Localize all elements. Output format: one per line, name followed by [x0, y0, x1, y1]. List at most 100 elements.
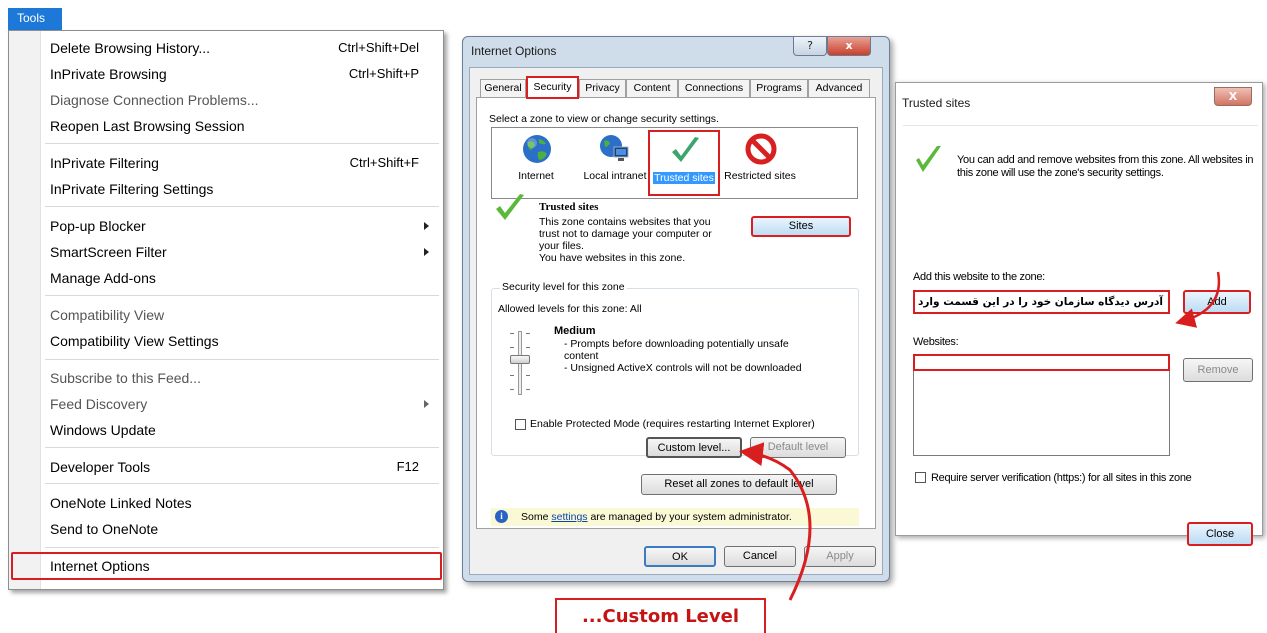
restricted-icon: [745, 133, 777, 165]
zone-label: Trusted sites: [653, 172, 715, 184]
websites-list[interactable]: [913, 371, 1170, 456]
protected-mode-checkbox[interactable]: [515, 419, 526, 430]
submenu-arrow-icon: [424, 222, 429, 230]
require-https-checkbox[interactable]: [915, 472, 926, 483]
menu-item-inprivate-filtering[interactable]: InPrivate Filtering Ctrl+Shift+F: [43, 150, 437, 176]
trusted-sites-title: Trusted sites: [902, 96, 971, 110]
tab-privacy[interactable]: Privacy: [579, 79, 626, 98]
menu-item-send-to-onenote[interactable]: Send to OneNote: [43, 516, 437, 542]
menu-separator: [45, 206, 439, 207]
tab-advanced[interactable]: Advanced: [808, 79, 870, 98]
menu-item-windows-update[interactable]: Windows Update: [43, 417, 437, 443]
slider-tick: [526, 389, 530, 390]
require-https-label: Require server verification (https:) for…: [931, 472, 1192, 484]
slider-thumb[interactable]: [510, 355, 530, 364]
admin-info-text: Some settings are managed by your system…: [521, 511, 792, 523]
zone-label: Local intranet: [583, 170, 647, 182]
reset-all-zones-button[interactable]: Reset all zones to default level: [641, 474, 837, 495]
close-icon[interactable]: X: [1214, 87, 1252, 106]
info-icon: i: [495, 510, 508, 523]
zone-info-title: Trusted sites: [539, 201, 599, 213]
tab-content[interactable]: Content: [626, 79, 678, 98]
tab-strip: General Security Privacy Content Connect…: [478, 76, 876, 99]
slider-tick: [510, 389, 514, 390]
menu-separator: [45, 143, 439, 144]
tools-menu-tab[interactable]: Tools: [8, 8, 62, 30]
security-level-legend: Security level for this zone: [500, 281, 627, 293]
tab-connections[interactable]: Connections: [678, 79, 750, 98]
zone-prompt: Select a zone to view or change security…: [489, 113, 719, 125]
slider-tick: [526, 347, 530, 348]
security-tab-page: Select a zone to view or change security…: [476, 97, 876, 529]
dialog-body: General Security Privacy Content Connect…: [469, 67, 883, 575]
tab-programs[interactable]: Programs: [750, 79, 808, 98]
trusted-sites-dialog: Trusted sites X You can add and remove w…: [895, 82, 1263, 546]
submenu-arrow-icon: [424, 248, 429, 256]
menu-item-subscribe-feed: Subscribe to this Feed...: [50, 370, 201, 386]
menu-item-manage-addons[interactable]: Manage Add-ons: [43, 265, 437, 291]
slider-tick: [510, 347, 514, 348]
add-website-input[interactable]: آدرس دیدگاه سازمان خود را در این قسمت وا…: [913, 290, 1170, 314]
menu-separator: [45, 447, 439, 448]
menu-item-compatibility-view: Compatibility View: [50, 307, 165, 323]
remove-button: Remove: [1183, 358, 1253, 382]
zone-internet[interactable]: Internet: [498, 130, 574, 196]
menu-item-delete-browsing-history[interactable]: Delete Browsing History... Ctrl+Shift+De…: [43, 35, 437, 61]
checkmark-icon: [916, 146, 941, 172]
zone-local-intranet[interactable]: Local intranet: [574, 130, 656, 196]
internet-options-highlight: [11, 552, 442, 580]
menu-separator: [45, 483, 439, 484]
help-button[interactable]: ?: [793, 37, 827, 56]
custom-level-callout: ...Custom Level: [555, 598, 766, 633]
menu-item-inprivate-filtering-settings[interactable]: InPrivate Filtering Settings: [43, 176, 437, 202]
slider-tick: [526, 333, 530, 334]
zone-info-description: This zone contains websites that you tru…: [539, 216, 712, 264]
menu-item-onenote-linked-notes[interactable]: OneNote Linked Notes: [43, 490, 437, 516]
level-description: - Prompts before downloading potentially…: [564, 338, 802, 374]
cancel-button[interactable]: Cancel: [724, 546, 796, 567]
globe-icon: [523, 135, 551, 163]
sites-button[interactable]: Sites: [751, 216, 851, 237]
menu-item-smartscreen-filter[interactable]: SmartScreen Filter: [43, 239, 437, 265]
checkmark-icon: [496, 194, 524, 220]
zone-trusted-sites[interactable]: Trusted sites: [648, 130, 720, 196]
settings-link[interactable]: settings: [551, 511, 587, 523]
ok-button[interactable]: OK: [644, 546, 716, 567]
default-level-button: Default level: [750, 437, 846, 458]
tab-general[interactable]: General: [480, 79, 526, 98]
menu-item-reopen-last-session[interactable]: Reopen Last Browsing Session: [43, 113, 437, 139]
close-button[interactable]: x: [827, 37, 871, 56]
slider-tick: [526, 375, 530, 376]
menu-separator: [45, 295, 439, 296]
menu-separator: [45, 359, 439, 360]
dialog-title: Internet Options: [471, 44, 557, 58]
menu-separator: [45, 547, 439, 548]
menu-icon-gutter: [9, 31, 41, 589]
zone-list: Internet Local intranet Trusted sites Re…: [491, 127, 858, 199]
zone-label: Restricted sites: [724, 170, 796, 182]
menu-item-compatibility-view-settings[interactable]: Compatibility View Settings: [43, 328, 437, 354]
zone-restricted-sites[interactable]: Restricted sites: [722, 130, 798, 196]
menu-item-developer-tools[interactable]: Developer Tools F12: [43, 454, 437, 480]
menu-item-popup-blocker[interactable]: Pop-up Blocker: [43, 213, 437, 239]
custom-level-button[interactable]: Custom level...: [646, 437, 742, 458]
trusted-sites-intro: You can add and remove websites from thi…: [957, 154, 1254, 179]
zone-label: Internet: [518, 170, 554, 182]
trusted-sites-body: You can add and remove websites from thi…: [903, 125, 1258, 546]
allowed-levels-text: Allowed levels for this zone: All: [498, 303, 642, 315]
intranet-icon: [600, 135, 629, 161]
menu-item-inprivate-browsing[interactable]: InPrivate Browsing Ctrl+Shift+P: [43, 61, 437, 87]
security-level-group: Security level for this zone Allowed lev…: [491, 281, 859, 458]
protected-mode-label: Enable Protected Mode (requires restarti…: [530, 418, 815, 430]
close-button[interactable]: Close: [1187, 522, 1253, 546]
tab-security[interactable]: Security: [526, 76, 579, 99]
add-button[interactable]: Add: [1183, 290, 1251, 314]
menu-item-diagnose-connection: Diagnose Connection Problems...: [50, 92, 259, 108]
level-name: Medium: [554, 325, 596, 337]
slider-tick: [510, 375, 514, 376]
slider-tick: [510, 333, 514, 334]
websites-list-selected-row[interactable]: [913, 354, 1170, 371]
websites-label: Websites:: [913, 336, 959, 348]
internet-options-dialog: Internet Options ? x General Security Pr…: [462, 36, 890, 582]
menu-item-feed-discovery: Feed Discovery: [43, 391, 437, 417]
